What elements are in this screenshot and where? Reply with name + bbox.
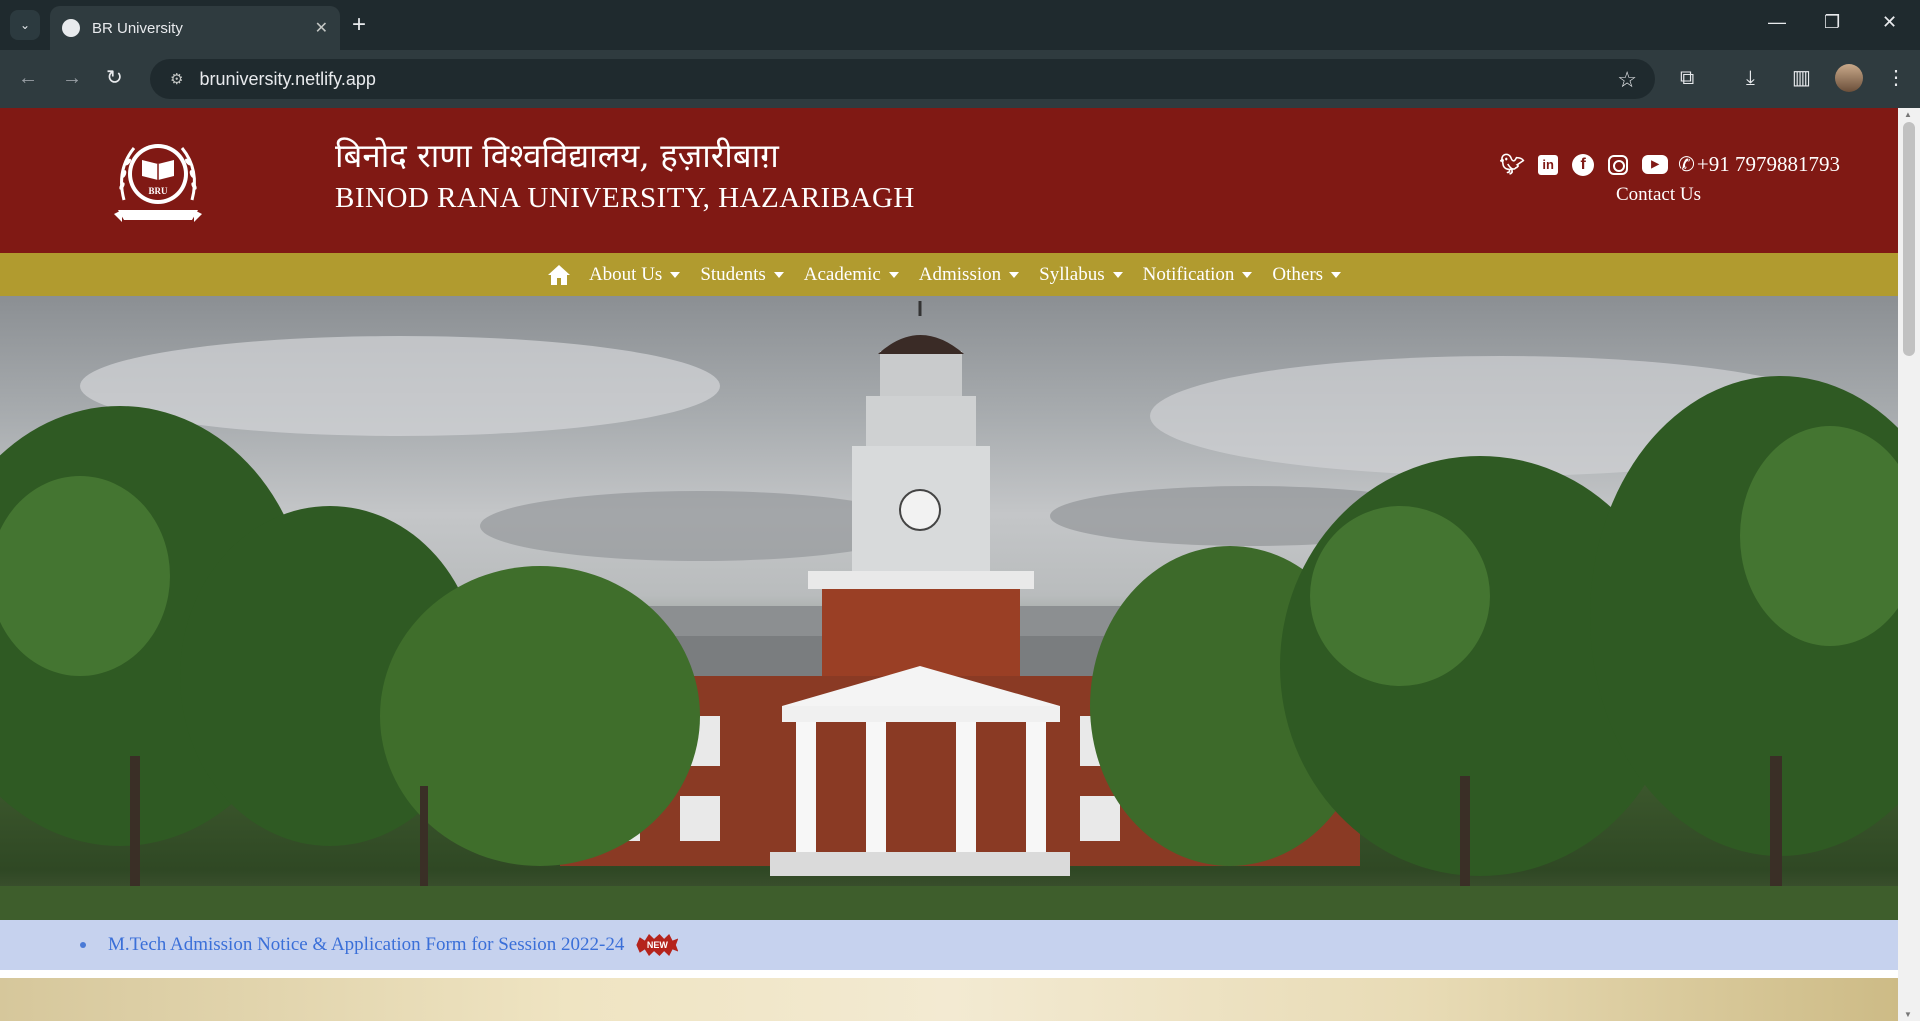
ticker-link[interactable]: M.Tech Admission Notice & Application Fo… xyxy=(108,934,624,956)
tab-search-icon[interactable]: ⌄ xyxy=(10,10,40,40)
phone-number: +91 7979881793 xyxy=(1696,152,1840,176)
tab-close-icon[interactable]: ✕ xyxy=(315,18,328,38)
home-icon[interactable] xyxy=(547,264,571,286)
nav-label: Students xyxy=(700,263,766,285)
new-badge: NEW xyxy=(636,934,679,956)
nav-academic[interactable]: Academic xyxy=(794,264,909,286)
menu-icon[interactable]: ⋮ xyxy=(1886,66,1906,90)
hero-banner-image xyxy=(0,296,1898,920)
nav-admission[interactable]: Admission xyxy=(909,264,1029,286)
facebook-icon[interactable]: f xyxy=(1572,153,1595,176)
nav-label: Others xyxy=(1272,263,1324,285)
page-scrollbar[interactable]: ▲ ▼ xyxy=(1898,108,1920,1021)
caret-down-icon xyxy=(1112,271,1123,278)
nav-others[interactable]: Others xyxy=(1262,264,1351,286)
caret-down-icon xyxy=(1331,271,1342,278)
site-info-icon[interactable]: ⚙ xyxy=(170,70,183,88)
caret-down-icon xyxy=(1242,271,1253,278)
favicon-icon xyxy=(62,19,80,37)
extensions-icon[interactable]: ⧉ xyxy=(1680,66,1694,90)
scroll-down-icon[interactable]: ▼ xyxy=(1904,1010,1912,1019)
nav-label: Syllabus xyxy=(1039,263,1105,285)
phone-icon: ✆ xyxy=(1678,154,1695,176)
caret-down-icon xyxy=(773,271,784,278)
nav-about-us[interactable]: About Us xyxy=(579,264,690,286)
side-panel-icon[interactable]: ▥ xyxy=(1792,66,1811,90)
url-text: bruniversity.netlify.app xyxy=(199,68,376,89)
new-tab-button[interactable]: + xyxy=(352,12,366,38)
caret-down-icon xyxy=(888,271,899,278)
caret-down-icon xyxy=(670,271,681,278)
profile-avatar[interactable] xyxy=(1835,64,1863,92)
nav-notification[interactable]: Notification xyxy=(1133,264,1263,286)
caret-down-icon xyxy=(1009,271,1020,278)
scrollbar-thumb[interactable] xyxy=(1903,122,1915,356)
nav-students[interactable]: Students xyxy=(690,264,793,286)
next-section-band xyxy=(0,978,1898,1021)
university-name-hindi: बिनोद राणा विश्वविद्यालय, हज़ारीबाग़ xyxy=(335,136,779,175)
university-logo[interactable]: BRU xyxy=(112,130,204,226)
reload-icon[interactable]: ↻ xyxy=(106,67,123,89)
social-links: 🐦︎ in f ▶ ✆ +91 7979881793 xyxy=(1499,152,1840,177)
browser-toolbar: ← → ↻ ⚙ bruniversity.netlify.app ☆ ⧉ ⤓ ▥… xyxy=(0,50,1920,108)
university-name-english: BINOD RANA UNIVERSITY, HAZARIBAGH xyxy=(335,182,915,214)
scroll-up-icon[interactable]: ▲ xyxy=(1904,110,1912,119)
section-gap xyxy=(0,970,1898,978)
news-ticker: M.Tech Admission Notice & Application Fo… xyxy=(0,920,1898,970)
nav-label: Notification xyxy=(1142,263,1235,285)
instagram-icon[interactable] xyxy=(1608,154,1629,175)
nav-syllabus[interactable]: Syllabus xyxy=(1029,264,1132,286)
twitter-icon[interactable]: 🐦︎ xyxy=(1499,153,1524,177)
nav-label: Academic xyxy=(803,263,881,285)
ticker-bullet xyxy=(80,942,86,948)
window-close-icon[interactable]: ✕ xyxy=(1882,12,1897,33)
youtube-icon[interactable]: ▶ xyxy=(1642,155,1669,174)
contact-us-link[interactable]: Contact Us xyxy=(1616,184,1701,206)
site-header: BRU बिनोद राणा विश्वविद्यालय, हज़ारीबाग़… xyxy=(0,108,1898,253)
linkedin-icon[interactable]: in xyxy=(1538,154,1559,175)
bookmark-star-icon[interactable]: ☆ xyxy=(1617,67,1637,93)
browser-tab[interactable]: BR University ✕ xyxy=(50,6,340,50)
main-navbar: About Us Students Academic Admission Syl… xyxy=(0,253,1898,296)
address-bar[interactable]: ⚙ bruniversity.netlify.app ☆ xyxy=(150,59,1655,99)
nav-label: About Us xyxy=(588,263,663,285)
campus-building-illustration xyxy=(0,301,1898,920)
forward-icon[interactable]: → xyxy=(62,67,82,89)
web-page: BRU बिनोद राणा विश्वविद्यालय, हज़ारीबाग़… xyxy=(0,108,1898,1021)
minimize-icon[interactable]: — xyxy=(1768,12,1786,33)
tab-title: BR University xyxy=(92,19,183,37)
browser-tabbar: ⌄ BR University ✕ + — ❐ ✕ xyxy=(0,0,1920,50)
nav-label: Admission xyxy=(918,263,1002,285)
restore-icon[interactable]: ❐ xyxy=(1824,12,1840,33)
logo-text: BRU xyxy=(148,186,168,196)
phone-link[interactable]: ✆ +91 7979881793 xyxy=(1678,152,1840,177)
back-icon[interactable]: ← xyxy=(18,67,38,89)
page-viewport: BRU बिनोद राणा विश्वविद्यालय, हज़ारीबाग़… xyxy=(0,108,1920,1021)
download-icon[interactable]: ⤓ xyxy=(1746,66,1755,90)
